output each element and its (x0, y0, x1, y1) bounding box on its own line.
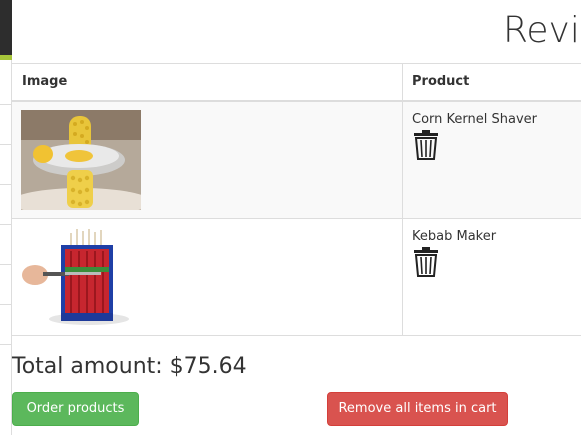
sidebar-header (0, 0, 12, 55)
trash-icon[interactable] (413, 130, 439, 160)
product-name: Kebab Maker (412, 229, 497, 244)
cart-table: Image Product Corn Kernel Shaver Kebab M… (12, 63, 581, 336)
order-products-button[interactable]: Order products (12, 392, 139, 426)
total-amount: Total amount: $75.64 (12, 354, 247, 379)
column-header-product: Product (412, 74, 470, 89)
remove-all-items-button[interactable]: Remove all items in cart (327, 392, 508, 426)
product-name: Corn Kernel Shaver (412, 112, 537, 127)
product-image-kebab-maker (21, 227, 141, 327)
table-header: Image Product (12, 64, 581, 102)
table-row: Corn Kernel Shaver (12, 102, 581, 219)
product-image-corn-shaver (21, 110, 141, 210)
table-row: Kebab Maker (12, 219, 581, 336)
page-title: Review (503, 10, 581, 51)
column-header-image: Image (22, 74, 68, 89)
sidebar-menu (0, 60, 12, 435)
cart-review-page: Review Image Product (0, 0, 581, 435)
trash-icon[interactable] (413, 247, 439, 277)
